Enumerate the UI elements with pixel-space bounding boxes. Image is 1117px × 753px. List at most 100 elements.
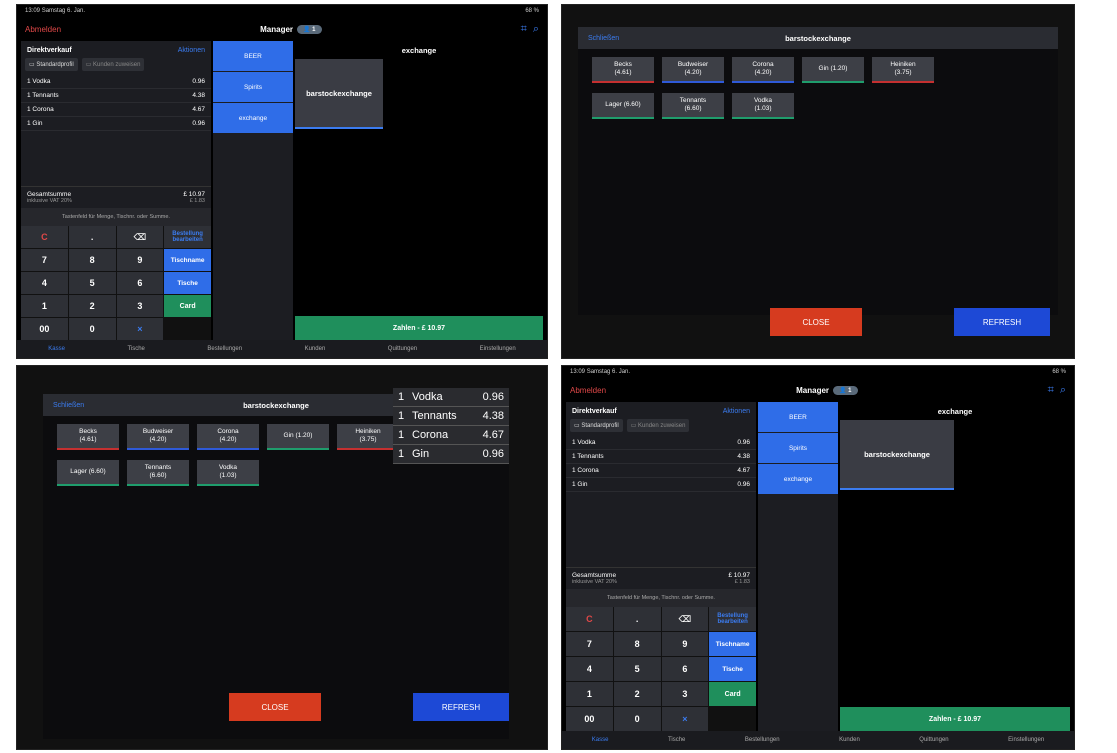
key-00[interactable]: 00 [566,707,613,731]
key-2[interactable]: 2 [68,295,116,317]
refresh-button[interactable]: REFRESH [413,693,509,721]
product-button[interactable]: Lager (6.60) [592,93,654,119]
key-1[interactable]: 1 [21,295,68,317]
order-line[interactable]: 1 Vodka 0.96 [21,75,211,89]
logout-button[interactable]: Abmelden [570,386,606,395]
table-name-button[interactable]: Tischname [709,632,756,656]
multiply-key[interactable]: × [116,318,164,340]
actions-button[interactable]: Aktionen [178,47,205,54]
key-dot[interactable]: . [68,226,116,248]
card-button[interactable]: Card [164,295,211,317]
product-button[interactable]: Becks (4.61) [57,424,119,450]
card-button[interactable]: Card [709,682,756,706]
close-button[interactable]: CLOSE [229,693,321,721]
key-6[interactable]: 6 [116,272,164,294]
logout-button[interactable]: Abmelden [25,25,61,34]
category-exchange[interactable]: exchange [758,464,838,494]
key-00[interactable]: 00 [21,318,68,340]
key-1[interactable]: 1 [566,682,613,706]
order-line[interactable]: 1 Vodka 0.96 [566,436,756,450]
product-button[interactable]: Heiniken (3.75) [337,424,399,450]
pay-button[interactable]: Zahlen - £ 10.97 [840,707,1070,731]
key-5[interactable]: 5 [68,272,116,294]
multiply-key[interactable]: × [661,707,709,731]
product-button[interactable]: Tennants (6.60) [127,460,189,486]
order-line[interactable]: 1 Gin 0.96 [21,117,211,131]
product-button[interactable]: Corona (4.20) [732,57,794,83]
key-0[interactable]: 0 [613,707,661,731]
close-link[interactable]: Schließen [53,402,84,409]
nav-bestellungen[interactable]: Bestellungen [207,346,242,352]
nav-einstellungen[interactable]: Einstellungen [1008,737,1044,743]
category-beer[interactable]: BEER [213,41,293,71]
tables-button[interactable]: Tische [164,272,211,294]
key-0[interactable]: 0 [68,318,116,340]
key-4[interactable]: 4 [566,657,613,681]
category-spirits[interactable]: Spirits [213,72,293,102]
order-line[interactable]: 1 Corona 4.67 [566,464,756,478]
nav-tische[interactable]: Tische [668,737,685,743]
key-clear[interactable]: C [566,607,613,631]
close-link[interactable]: Schließen [588,35,619,42]
pay-button[interactable]: Zahlen - £ 10.97 [295,316,543,340]
product-button[interactable]: Budweiser (4.20) [662,57,724,83]
category-spirits[interactable]: Spirits [758,433,838,463]
nav-kasse[interactable]: Kasse [592,737,609,743]
assign-customer-chip[interactable]: ▭ Kunden zuweisen [626,419,690,432]
key-dot[interactable]: . [613,607,661,631]
nav-quittungen[interactable]: Quittungen [388,346,417,352]
product-button[interactable]: Becks (4.61) [592,57,654,83]
refresh-button[interactable]: REFRESH [954,308,1050,336]
key-8[interactable]: 8 [68,249,116,271]
product-button[interactable]: Heiniken (3.75) [872,57,934,83]
product-button[interactable]: Corona (4.20) [197,424,259,450]
key-clear[interactable]: C [21,226,68,248]
order-line[interactable]: 1 Gin 0.96 [566,478,756,492]
key-6[interactable]: 6 [661,657,709,681]
manager-label[interactable]: Manager 👤 1 [260,24,322,34]
product-button[interactable]: Budweiser (4.20) [127,424,189,450]
product-button[interactable]: Tennants (6.60) [662,93,724,119]
table-name-button[interactable]: Tischname [164,249,211,271]
key-5[interactable]: 5 [613,657,661,681]
search-icon[interactable]: ⌕ [533,23,539,36]
backspace-icon[interactable]: ⌫ [116,226,164,248]
nav-kunden[interactable]: Kunden [839,737,860,743]
assign-customer-chip[interactable]: ▭ Kunden zuweisen [81,58,145,71]
close-button[interactable]: CLOSE [770,308,862,336]
edit-order-button[interactable]: Bestellung bearbeiten [164,226,211,248]
key-7[interactable]: 7 [21,249,68,271]
product-tile[interactable]: barstockexchange [295,59,383,129]
key-7[interactable]: 7 [566,632,613,656]
order-line[interactable]: 1 Tennants 4.38 [566,450,756,464]
search-icon[interactable]: ⌕ [1060,384,1066,397]
key-3[interactable]: 3 [116,295,164,317]
actions-button[interactable]: Aktionen [723,408,750,415]
nav-einstellungen[interactable]: Einstellungen [480,346,516,352]
key-9[interactable]: 9 [661,632,709,656]
backspace-icon[interactable]: ⌫ [661,607,709,631]
product-button[interactable]: Gin (1.20) [802,57,864,83]
profile-chip[interactable]: ▭ Standardprofil [570,419,623,432]
key-4[interactable]: 4 [21,272,68,294]
product-button[interactable]: Lager (6.60) [57,460,119,486]
edit-order-button[interactable]: Bestellung bearbeiten [709,607,756,631]
product-button[interactable]: Vodka (1.03) [197,460,259,486]
tables-button[interactable]: Tische [709,657,756,681]
product-tile[interactable]: barstockexchange [840,420,954,490]
order-line[interactable]: 1 Tennants 4.38 [21,89,211,103]
category-exchange[interactable]: exchange [213,103,293,133]
order-line[interactable]: 1 Corona 4.67 [21,103,211,117]
nav-bestellungen[interactable]: Bestellungen [745,737,780,743]
manager-label[interactable]: Manager 👤 1 [796,385,858,395]
nav-tische[interactable]: Tische [127,346,144,352]
key-3[interactable]: 3 [661,682,709,706]
category-beer[interactable]: BEER [758,402,838,432]
product-button[interactable]: Vodka (1.03) [732,93,794,119]
profile-chip[interactable]: ▭ Standardprofil [25,58,78,71]
nav-kunden[interactable]: Kunden [305,346,326,352]
nav-kasse[interactable]: Kasse [48,346,65,352]
nav-quittungen[interactable]: Quittungen [919,737,948,743]
key-2[interactable]: 2 [613,682,661,706]
key-8[interactable]: 8 [613,632,661,656]
